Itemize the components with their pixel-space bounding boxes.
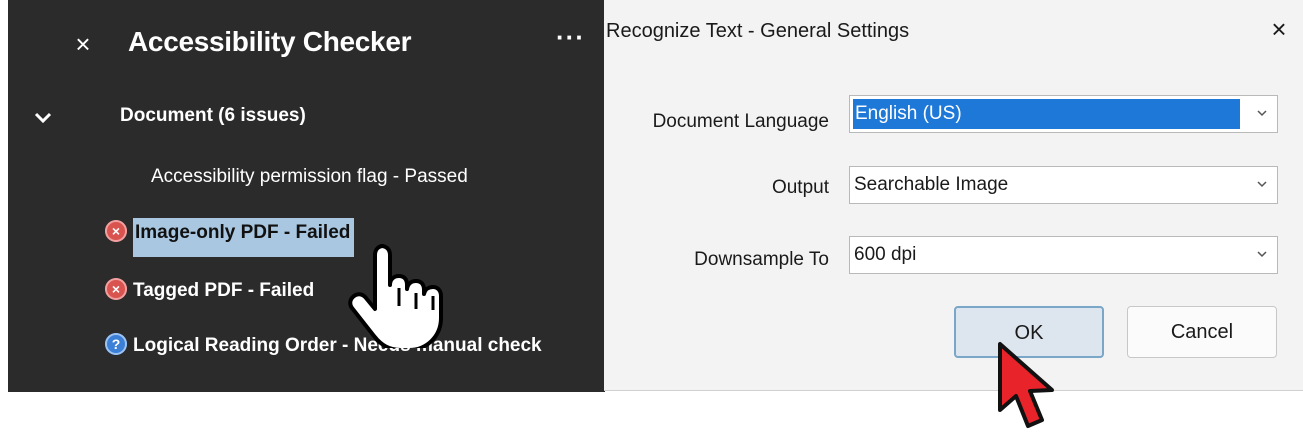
chevron-down-icon[interactable] (32, 106, 54, 128)
list-item-label: Accessibility permission flag - Passed (151, 166, 468, 187)
dialog-title: Recognize Text - General Settings (606, 20, 910, 42)
list-item-image-only-pdf[interactable]: × Image-only PDF - Failed (105, 218, 355, 258)
recognize-text-dialog: Recognize Text - General Settings × Docu… (604, 0, 1303, 391)
fail-icon: × (105, 220, 127, 242)
close-icon[interactable]: × (1264, 14, 1294, 45)
fail-icon: × (105, 278, 127, 300)
cancel-button[interactable]: Cancel (1127, 306, 1277, 358)
more-options-icon[interactable]: ··· (556, 22, 585, 53)
output-select[interactable]: Searchable Image (849, 166, 1278, 204)
list-item-label: Logical Reading Order - Needs manual che… (133, 335, 542, 357)
select-value: Searchable Image (854, 174, 1009, 195)
downsample-select[interactable]: 600 dpi (849, 236, 1278, 274)
accessibility-checker-panel: × Accessibility Checker ··· Document (6 … (8, 0, 605, 392)
select-value: 600 dpi (854, 244, 917, 265)
question-icon: ? (105, 333, 127, 355)
chevron-down-icon (1257, 251, 1267, 258)
section-document[interactable]: Document (6 issues) (120, 105, 306, 127)
close-icon[interactable]: × (63, 24, 103, 64)
document-language-label: Document Language (652, 111, 829, 132)
hand-pointer-cursor-icon (348, 244, 443, 348)
chevron-down-icon (1257, 110, 1267, 117)
document-language-select[interactable]: English (US) (849, 95, 1278, 133)
list-item-logical-reading-order[interactable]: ? Logical Reading Order - Needs manual ch… (105, 333, 542, 357)
output-label: Output (771, 177, 829, 198)
list-item-label: Image-only PDF - Failed (133, 218, 355, 258)
list-item-passed[interactable]: Accessibility permission flag - Passed (151, 166, 468, 188)
arrow-cursor-icon (998, 342, 1054, 428)
list-item-label: Tagged PDF - Failed (133, 280, 315, 302)
downsample-label: Downsample To (694, 249, 829, 270)
list-item-tagged-pdf[interactable]: × Tagged PDF - Failed (105, 278, 315, 302)
panel-title: Accessibility Checker (128, 26, 412, 57)
chevron-down-icon (1257, 181, 1267, 188)
select-value: English (US) (853, 99, 1240, 129)
